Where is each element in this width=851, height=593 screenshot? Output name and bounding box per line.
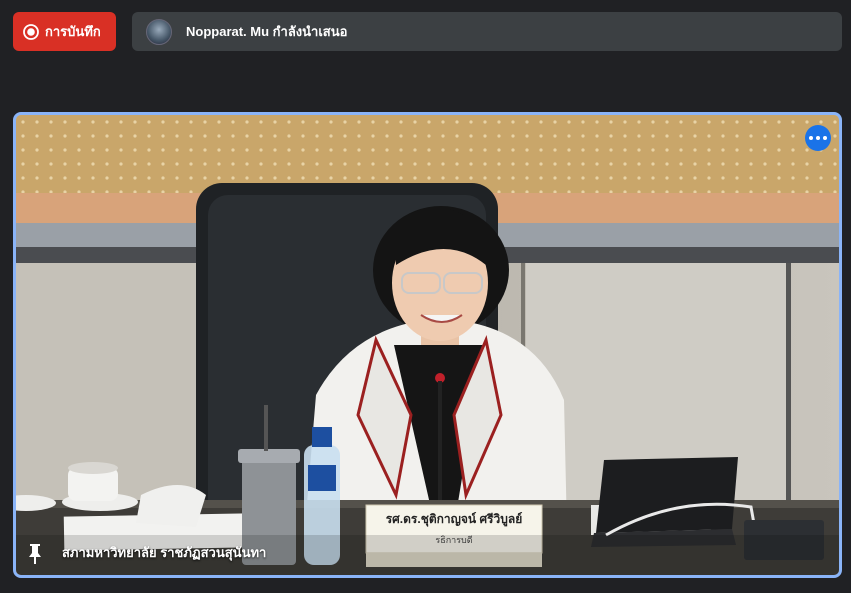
record-icon xyxy=(23,23,39,40)
more-options-icon xyxy=(808,136,829,140)
participant-video: รศ.ดร.ชุติกาญจน์ ศรีวิบูลย์ รธิการบดี xyxy=(16,115,839,575)
name-plate-name: รศ.ดร.ชุติกาญจน์ ศรีวิบูลย์ xyxy=(386,512,523,527)
recording-label: การบันทึก xyxy=(45,24,101,39)
participant-name: สภามหาวิทยาลัย ราชภัฏสวนสุนันทา xyxy=(62,545,267,560)
more-options-button[interactable] xyxy=(805,125,831,151)
video-tile[interactable]: รศ.ดร.ชุติกาญจน์ ศรีวิบูลย์ รธิการบดี สภ… xyxy=(13,112,842,578)
recording-button[interactable]: การบันทึก xyxy=(13,12,116,51)
avatar xyxy=(146,18,172,45)
presenter-banner: Nopparat. Mu กำลังนำเสนอ xyxy=(132,12,842,51)
pin-icon[interactable] xyxy=(26,543,44,565)
presenter-text: Nopparat. Mu กำลังนำเสนอ xyxy=(186,24,348,39)
